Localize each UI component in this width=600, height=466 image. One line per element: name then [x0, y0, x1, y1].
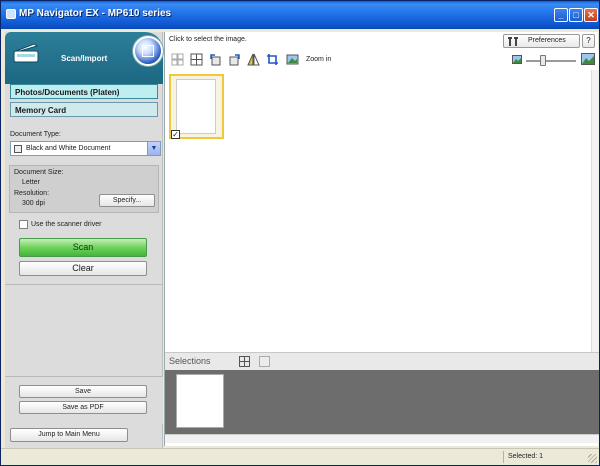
- scanner-driver-label: Use the scanner driver: [31, 221, 102, 228]
- jump-to-main-menu-button[interactable]: Jump to Main Menu: [10, 428, 128, 442]
- image-toolbar: Zoom in: [165, 50, 599, 70]
- zoom-in-label: Zoom in: [306, 56, 332, 63]
- status-separator: [503, 451, 504, 463]
- scan-settings-box: Document Size: Letter Resolution: 300 dp…: [9, 165, 159, 213]
- status-bar: Selected: 1: [1, 448, 599, 465]
- selections-header: Selections: [165, 352, 599, 370]
- grid-view-icon[interactable]: [190, 53, 203, 66]
- app-icon: [6, 9, 16, 19]
- select-all-icon[interactable]: [171, 53, 184, 66]
- minimize-button[interactable]: _: [554, 8, 568, 22]
- resolution-label: Resolution:: [14, 190, 50, 197]
- banner-label: Scan/Import: [61, 54, 108, 63]
- source-memory-card[interactable]: Memory Card: [10, 102, 158, 117]
- document-page-preview: [176, 79, 216, 134]
- scan-button[interactable]: Scan: [19, 238, 147, 257]
- grid-view-icon[interactable]: [239, 356, 250, 367]
- preferences-label: Preferences: [528, 37, 566, 44]
- large-thumbnail-icon[interactable]: [581, 53, 595, 65]
- rotate-right-icon[interactable]: [228, 53, 241, 66]
- save-button[interactable]: Save: [19, 385, 147, 398]
- chevron-down-icon[interactable]: ▼: [147, 142, 160, 155]
- thumbnail-size-slider[interactable]: [526, 60, 576, 62]
- maximize-button[interactable]: □: [569, 8, 583, 22]
- right-panel: Click to select the image. Preferences ?: [164, 32, 599, 446]
- preferences-button[interactable]: Preferences: [503, 34, 580, 48]
- navigator-globe-icon[interactable]: [133, 36, 163, 66]
- tools-icon: [508, 37, 518, 46]
- horizontal-scrollbar[interactable]: [165, 434, 599, 443]
- save-area: Save Save as PDF: [5, 376, 163, 424]
- document-size-value: Letter: [22, 179, 40, 186]
- help-button[interactable]: ?: [582, 34, 595, 48]
- selected-count: Selected: 1: [508, 453, 544, 460]
- document-type-value: Black and White Document: [26, 145, 111, 152]
- scanner-icon: [13, 43, 39, 63]
- app-window: MP Navigator EX - MP610 series _ □ ✕ Sca…: [0, 0, 600, 466]
- scanned-image-thumbnail[interactable]: ✓: [169, 74, 224, 139]
- single-view-icon[interactable]: [259, 356, 270, 367]
- selected-image-thumbnail[interactable]: [176, 374, 224, 428]
- zoom-in-icon[interactable]: [286, 53, 299, 66]
- close-button[interactable]: ✕: [584, 8, 598, 22]
- left-divider: [5, 284, 163, 285]
- selections-label: Selections: [169, 356, 211, 366]
- left-panel: Scan/Import Photos/Documents (Platen) Me…: [5, 32, 163, 449]
- document-icon: [14, 145, 22, 153]
- document-type-label: Document Type:: [10, 131, 61, 138]
- scan-import-banner: Scan/Import: [5, 32, 163, 78]
- document-type-select[interactable]: Black and White Document ▼: [10, 141, 161, 156]
- image-view-area[interactable]: ✓: [165, 70, 591, 352]
- crop-icon[interactable]: [266, 53, 279, 66]
- small-thumbnail-icon[interactable]: [512, 55, 522, 64]
- specify-button[interactable]: Specify...: [99, 194, 155, 207]
- clear-button[interactable]: Clear: [19, 261, 147, 276]
- resolution-value: 300 dpi: [22, 200, 45, 207]
- title-bar[interactable]: MP Navigator EX - MP610 series _ □ ✕: [1, 1, 599, 29]
- window-title: MP Navigator EX - MP610 series: [19, 8, 172, 19]
- scanner-driver-checkbox[interactable]: [19, 220, 28, 229]
- selections-strip: [165, 370, 599, 434]
- save-as-pdf-button[interactable]: Save as PDF: [19, 401, 147, 414]
- slider-knob[interactable]: [540, 55, 546, 66]
- vertical-scrollbar[interactable]: [591, 70, 599, 352]
- source-platen[interactable]: Photos/Documents (Platen): [10, 84, 158, 99]
- flip-icon[interactable]: [247, 53, 260, 66]
- select-image-hint: Click to select the image.: [169, 36, 247, 43]
- thumbnail-checkbox[interactable]: ✓: [171, 130, 180, 139]
- resize-grip-icon[interactable]: [588, 454, 597, 463]
- document-size-label: Document Size:: [14, 169, 64, 176]
- rotate-left-icon[interactable]: [209, 53, 222, 66]
